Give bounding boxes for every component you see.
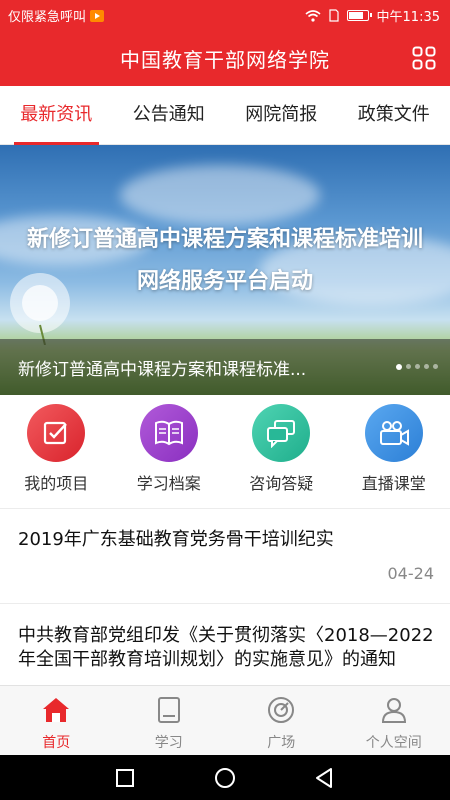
carousel-dot[interactable] <box>415 364 420 369</box>
tab-announcements[interactable]: 公告通知 <box>113 86 226 144</box>
live-class-label: 直播课堂 <box>361 474 426 493</box>
nav-personal-space-label: 个人空间 <box>365 735 422 751</box>
carousel-indicator <box>396 364 438 370</box>
tab-latest-news[interactable]: 最新资讯 <box>0 86 113 145</box>
study-icon <box>157 697 180 723</box>
page-title: 中国教育干部网络学院 <box>120 48 330 72</box>
nav-study-label: 学习 <box>154 735 183 751</box>
divider <box>0 508 450 509</box>
recent-apps-icon[interactable] <box>115 768 135 788</box>
list-item[interactable]: 2019年广东基础教育党务骨干培训纪实 04-24 <box>18 528 434 588</box>
status-left: 仅限紧急呼叫 <box>8 6 105 25</box>
chat-icon <box>252 404 311 462</box>
battery-icon <box>346 10 372 21</box>
my-projects-button[interactable]: 我的项目 <box>0 395 113 507</box>
back-icon[interactable] <box>314 767 334 789</box>
quick-actions: 我的项目 学习档案 咨询答疑 直播课堂 <box>0 395 450 507</box>
category-tabs: 最新资讯 公告通知 网院简报 政策文件 <box>0 86 450 145</box>
learning-records-label: 学习档案 <box>136 474 201 493</box>
nav-home-label: 首页 <box>42 735 71 751</box>
banner-caption: 新修订普通高中课程方案和课程标准... <box>18 360 307 380</box>
carousel-dot[interactable] <box>433 364 438 369</box>
nav-study[interactable]: 学习 <box>113 686 226 756</box>
nav-square-label: 广场 <box>267 735 296 751</box>
my-projects-label: 我的项目 <box>24 474 89 493</box>
learning-records-button[interactable]: 学习档案 <box>113 395 226 507</box>
news-title: 中共教育部党组印发《关于贯彻落实〈2018—2022年全国干部教育培训规划〉的实… <box>18 625 434 670</box>
wifi-icon <box>305 9 321 22</box>
carousel-dot[interactable] <box>396 364 402 370</box>
compass-icon <box>268 697 295 723</box>
nav-square[interactable]: 广场 <box>225 686 338 756</box>
sim-icon <box>328 9 339 22</box>
clock: 中午11:35 <box>376 10 440 25</box>
checklist-icon <box>27 404 86 462</box>
carousel-dot[interactable] <box>424 364 429 369</box>
book-icon <box>139 404 198 462</box>
nav-home[interactable]: 首页 <box>0 686 113 756</box>
home-button-icon[interactable] <box>214 767 236 789</box>
divider <box>0 603 450 604</box>
banner-carousel[interactable]: 新修订普通高中课程方案和课程标准培训 网络服务平台启动 新修订普通高中课程方案和… <box>0 145 450 395</box>
grid-icon[interactable] <box>412 46 436 70</box>
system-navigation-bar <box>0 755 450 800</box>
live-class-button[interactable]: 直播课堂 <box>338 395 450 507</box>
home-icon <box>43 698 70 722</box>
banner-headline-line1: 新修订普通高中课程方案和课程标准培训 <box>26 227 423 252</box>
tab-bulletin[interactable]: 网院简报 <box>225 86 338 144</box>
tab-policy-documents[interactable]: 政策文件 <box>338 86 450 144</box>
banner-caption-bar: 新修订普通高中课程方案和课程标准... <box>0 339 450 395</box>
emergency-icon <box>90 9 105 22</box>
news-date: 04-24 <box>387 564 435 583</box>
status-bar: 仅限紧急呼叫 中午11:35 <box>0 0 450 30</box>
app-header: 中国教育干部网络学院 <box>0 30 450 86</box>
consult-qa-label: 咨询答疑 <box>249 474 314 493</box>
consult-qa-button[interactable]: 咨询答疑 <box>225 395 338 507</box>
banner-headline-line2: 网络服务平台启动 <box>136 269 313 294</box>
news-title: 2019年广东基础教育党务骨干培训纪实 <box>18 529 334 550</box>
carousel-dot[interactable] <box>406 364 411 369</box>
list-item[interactable]: 中共教育部党组印发《关于贯彻落实〈2018—2022年全国干部教育培训规划〉的实… <box>18 624 434 684</box>
carrier-text: 仅限紧急呼叫 <box>8 10 87 25</box>
person-icon <box>381 698 406 723</box>
bottom-navigation: 首页 学习 广场 个人空间 <box>0 685 450 756</box>
nav-personal-space[interactable]: 个人空间 <box>338 686 450 756</box>
video-camera-icon <box>364 404 423 462</box>
status-right: 中午11:35 <box>305 6 440 25</box>
